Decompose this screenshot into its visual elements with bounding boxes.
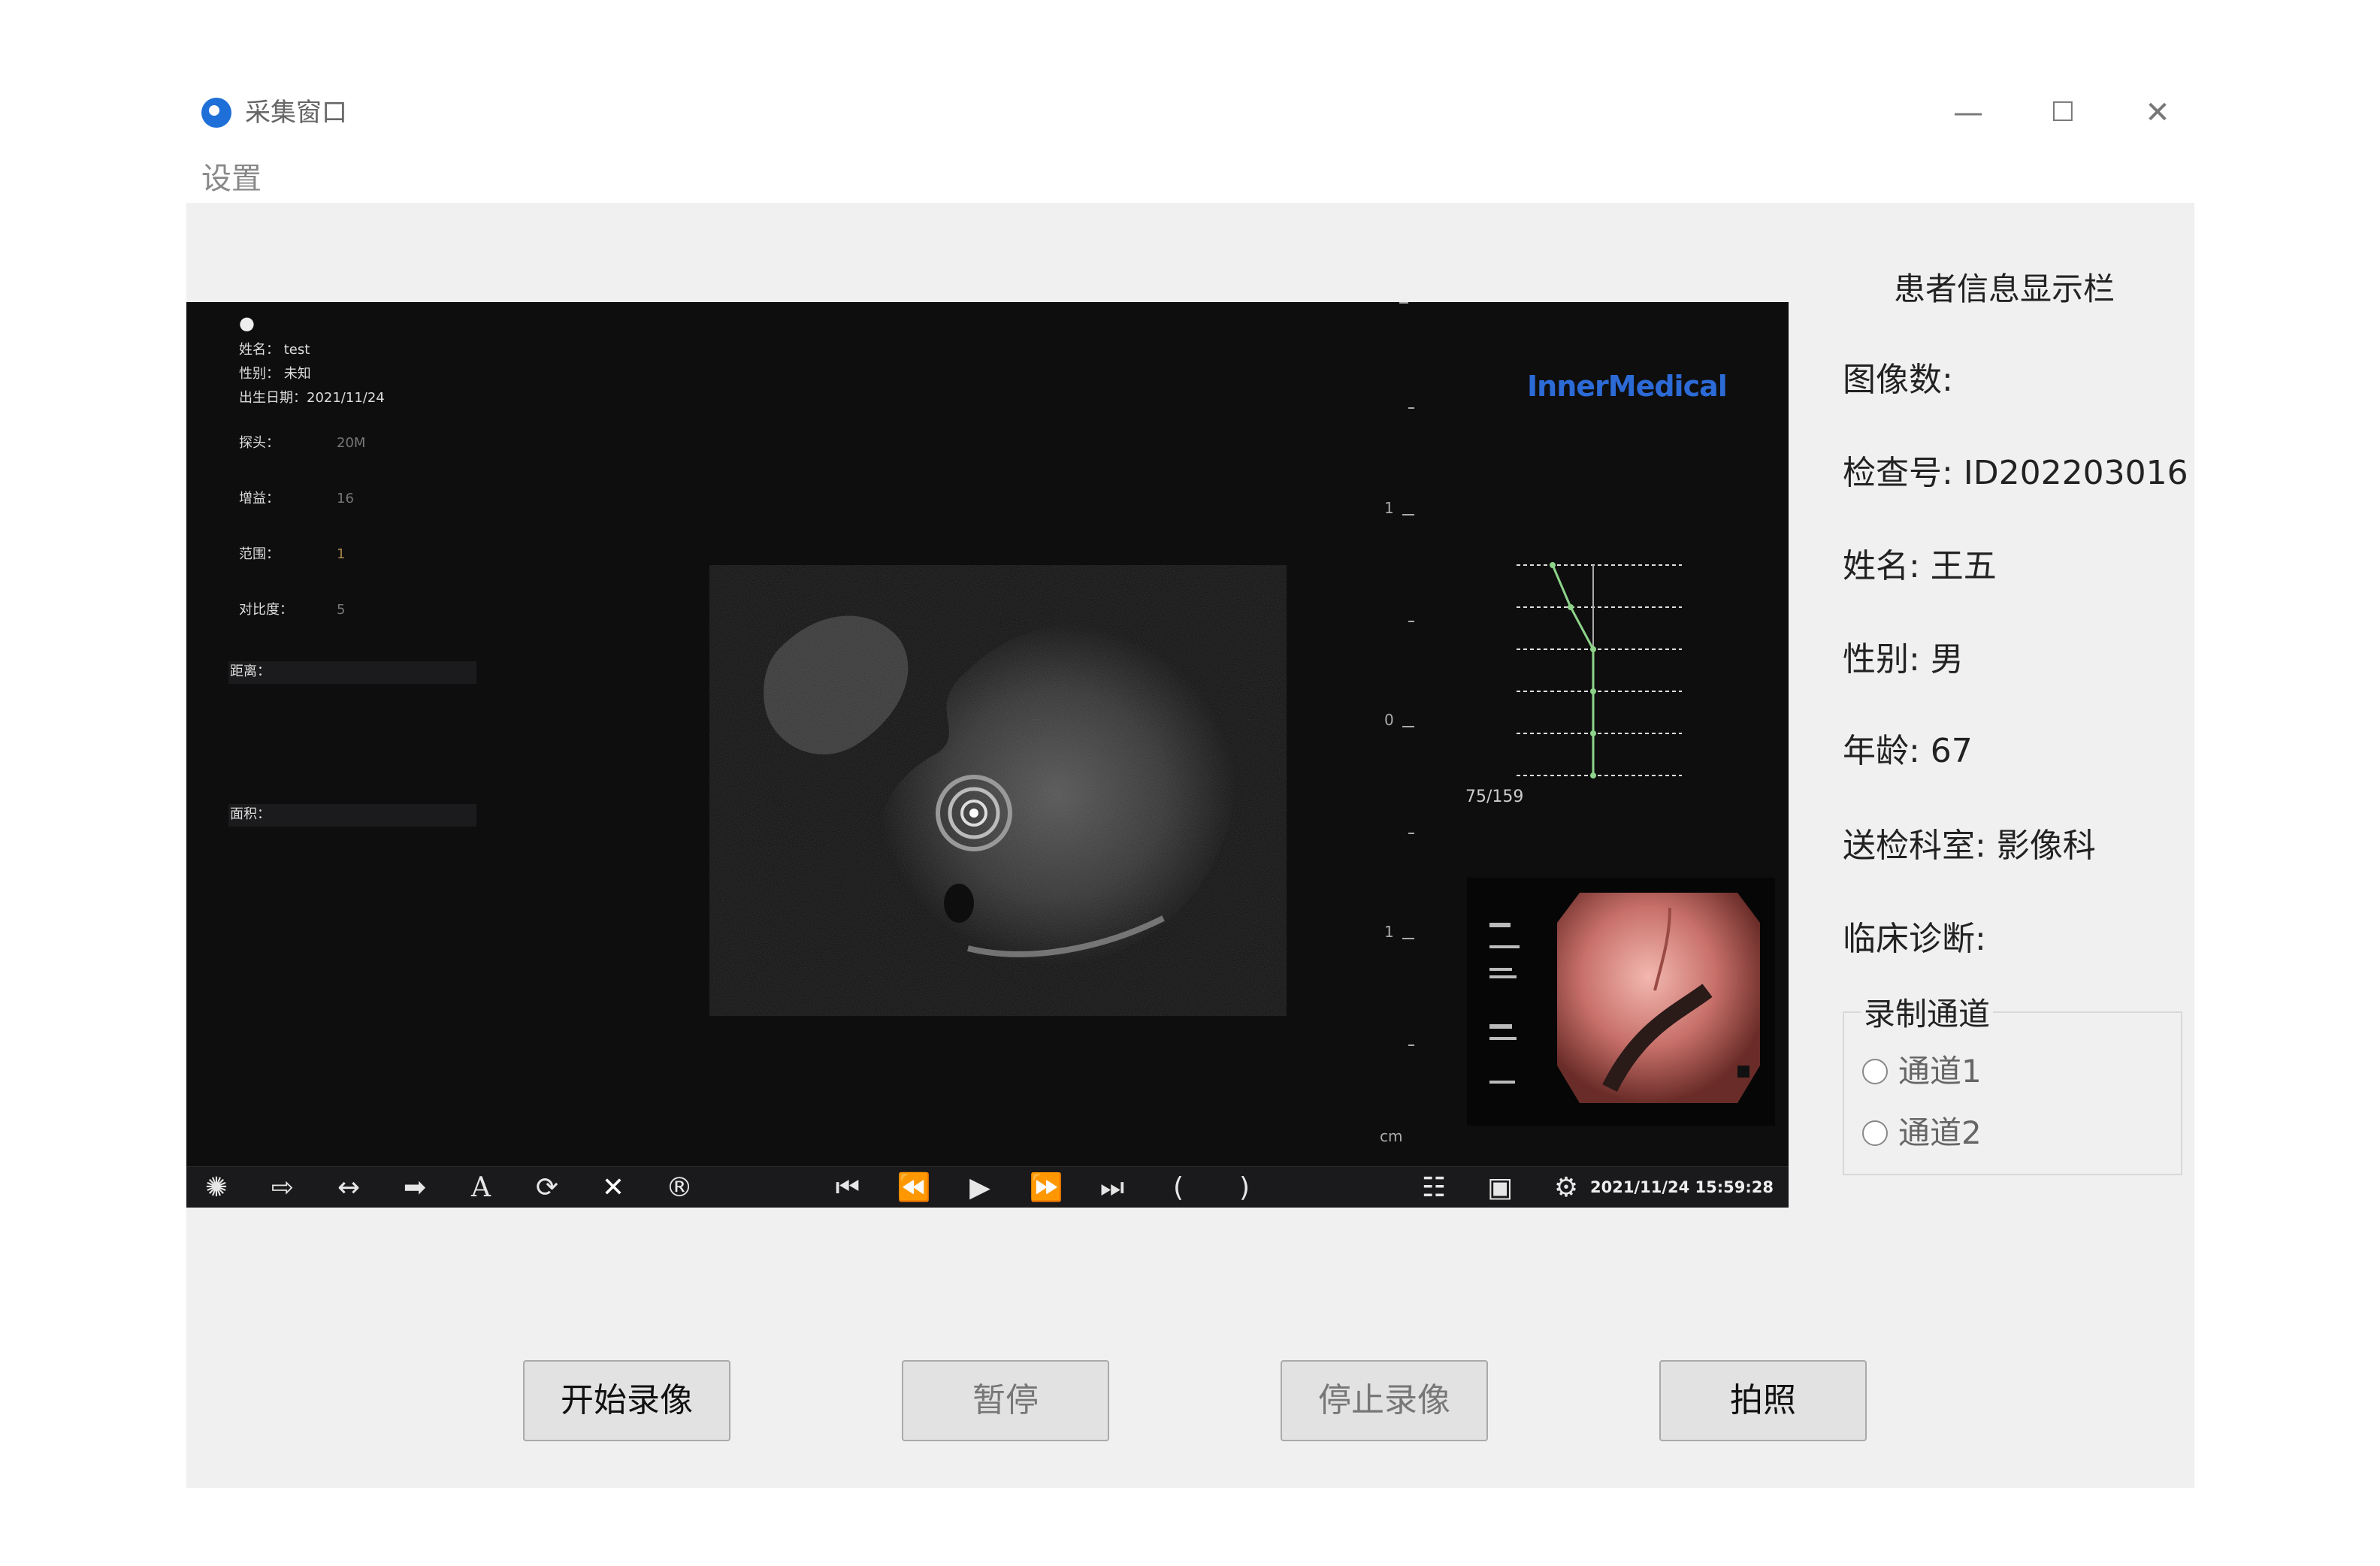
person-icon: ● <box>239 313 255 334</box>
scale-label-top: 1 <box>1384 499 1394 517</box>
viewer-toolbar: ✺ ⇨ ↔ ➡ A ⟳ ✕ ® ⏮ ⏪ ▶ ⏩ ⏭ ( ) ☷ ▣ ⚙ 2021… <box>186 1166 1789 1208</box>
overlay-patient-gender: 性别： 未知 <box>239 366 311 382</box>
info-panel-title: 患者信息显示栏 <box>1894 271 2115 307</box>
skip-end-icon[interactable]: ⏭ <box>1082 1167 1142 1208</box>
param-probe-label: 探头： <box>239 435 280 451</box>
param-gain-value: 16 <box>337 491 354 506</box>
rewind-icon[interactable]: ⏪ <box>884 1167 944 1208</box>
arrow-right-icon[interactable]: ➡ <box>385 1167 445 1208</box>
menu-settings[interactable]: 设置 <box>201 158 262 200</box>
ultrasound-image <box>758 603 1238 978</box>
app-icon <box>201 98 231 128</box>
radio-circle-icon[interactable] <box>1862 1120 1888 1146</box>
probe-position-graph <box>1517 562 1682 778</box>
maximize-button[interactable]: ☐ <box>2037 89 2089 137</box>
gear-icon[interactable]: ⚙ <box>1536 1167 1596 1208</box>
pause-button[interactable]: 暂停 <box>902 1360 1109 1441</box>
viewer-datetime: 2021/11/24 15:59:28 <box>1589 1178 1774 1196</box>
channel-2-label: 通道2 <box>1898 1114 1982 1151</box>
endoscope-thumbnail[interactable] <box>1467 878 1775 1126</box>
measure-distance-icon[interactable]: ↔ <box>319 1167 379 1208</box>
text-icon[interactable]: A <box>451 1167 511 1208</box>
distance-label: 距离： <box>230 664 271 679</box>
save-disk-icon[interactable]: ▣ <box>1470 1167 1530 1208</box>
info-name: 姓名: 王五 <box>1843 547 1997 585</box>
delete-icon[interactable]: ✕ <box>583 1167 643 1208</box>
info-department: 送检科室: 影像科 <box>1843 827 2096 865</box>
patient-info-icon[interactable]: ☷ <box>1404 1167 1464 1208</box>
scale-label-mid: 0 <box>1384 711 1394 729</box>
channel-group-title: 录制通道 <box>1861 993 1994 1035</box>
param-contrast-value: 5 <box>337 602 346 618</box>
scale-unit: cm <box>1380 1127 1403 1145</box>
depth-scale <box>1396 302 1398 1159</box>
scale-label-bottom: 1 <box>1384 923 1394 941</box>
info-image-count: 图像数: <box>1843 361 1953 399</box>
enter-icon[interactable]: ⇨ <box>253 1167 313 1208</box>
info-exam-id: 检查号: ID202203016 <box>1843 454 2188 492</box>
fast-forward-icon[interactable]: ⏩ <box>1016 1167 1076 1208</box>
window-title: 采集窗口 <box>245 98 347 128</box>
minimize-button[interactable]: — <box>1942 89 1994 137</box>
param-range-value: 1 <box>337 546 346 562</box>
param-range-label: 范围： <box>239 546 280 562</box>
take-photo-button[interactable]: 拍照 <box>1659 1360 1867 1441</box>
stop-recording-button[interactable]: 停止录像 <box>1281 1360 1488 1441</box>
rotate-icon[interactable]: ⟳ <box>517 1167 577 1208</box>
skip-start-icon[interactable]: ⏮ <box>818 1167 878 1208</box>
overlay-patient-birth: 出生日期：2021/11/24 <box>239 390 385 406</box>
overlay-patient-name: 姓名： test <box>239 342 310 358</box>
close-button[interactable]: ✕ <box>2131 89 2184 137</box>
start-recording-button[interactable]: 开始录像 <box>523 1360 730 1441</box>
channel-2-radio[interactable]: 通道2 <box>1862 1112 1982 1154</box>
mark-in-icon[interactable]: ( <box>1148 1167 1208 1208</box>
channel-1-radio[interactable]: 通道1 <box>1862 1051 1982 1093</box>
register-icon[interactable]: ® <box>649 1167 709 1208</box>
settings-wheel-icon[interactable]: ✺ <box>186 1167 246 1208</box>
play-icon[interactable]: ▶ <box>950 1167 1010 1208</box>
brand-logo: InnerMedical <box>1527 370 1728 403</box>
param-probe-value: 20M <box>337 435 366 451</box>
radio-circle-icon[interactable] <box>1862 1058 1888 1084</box>
frame-counter: 75/159 <box>1465 788 1524 806</box>
mark-out-icon[interactable]: ) <box>1214 1167 1275 1208</box>
param-gain-label: 增益： <box>239 491 280 506</box>
area-label: 面积： <box>230 806 271 822</box>
info-gender: 性别: 男 <box>1843 640 1964 679</box>
info-diagnosis: 临床诊断: <box>1843 920 1986 958</box>
channel-1-label: 通道1 <box>1898 1053 1982 1090</box>
ultrasound-viewer[interactable]: ● 姓名： test 性别： 未知 出生日期：2021/11/24 探头： 20… <box>186 302 1789 1208</box>
info-age: 年龄: 67 <box>1843 732 1973 770</box>
param-contrast-label: 对比度： <box>239 602 293 618</box>
